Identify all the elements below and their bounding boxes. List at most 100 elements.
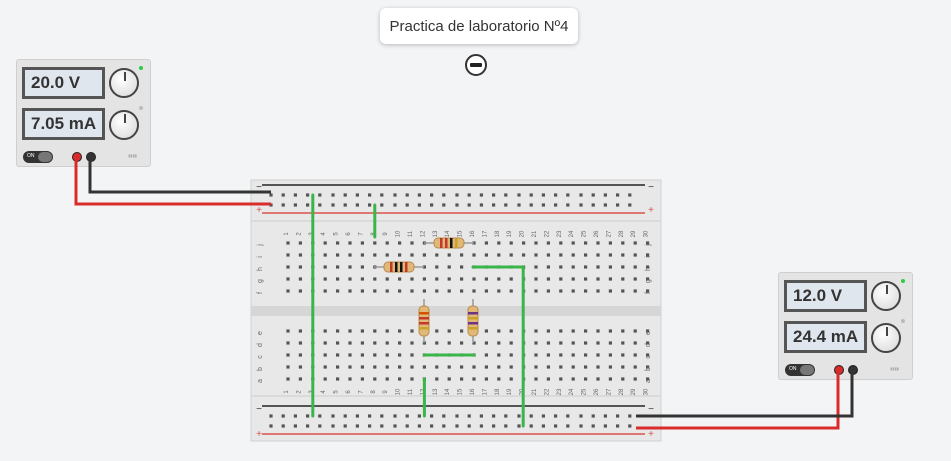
breadboard-hole[interactable] bbox=[621, 329, 625, 333]
breadboard-hole[interactable] bbox=[584, 241, 588, 245]
breadboard-hole[interactable] bbox=[596, 341, 600, 345]
breadboard-hole[interactable] bbox=[398, 289, 402, 293]
rail-hole[interactable] bbox=[281, 414, 285, 418]
breadboard-hole[interactable] bbox=[385, 329, 389, 333]
breadboard-hole[interactable] bbox=[584, 353, 588, 357]
breadboard-hole[interactable] bbox=[497, 253, 501, 257]
breadboard-hole[interactable] bbox=[398, 341, 402, 345]
breadboard-hole[interactable] bbox=[621, 253, 625, 257]
rail-hole[interactable] bbox=[541, 414, 545, 418]
breadboard-hole[interactable] bbox=[360, 329, 364, 333]
breadboard-hole[interactable] bbox=[484, 241, 488, 245]
breadboard-hole[interactable] bbox=[435, 341, 439, 345]
breadboard-hole[interactable] bbox=[608, 329, 612, 333]
rail-hole[interactable] bbox=[442, 193, 446, 197]
rail-hole[interactable] bbox=[591, 424, 595, 428]
rail-hole[interactable] bbox=[554, 203, 558, 207]
breadboard-hole[interactable] bbox=[497, 241, 501, 245]
rail-hole[interactable] bbox=[554, 414, 558, 418]
breadboard-hole[interactable] bbox=[509, 329, 513, 333]
rail-hole[interactable] bbox=[318, 414, 322, 418]
breadboard-hole[interactable] bbox=[360, 377, 364, 381]
breadboard-hole[interactable] bbox=[410, 253, 414, 257]
breadboard-hole[interactable] bbox=[522, 241, 526, 245]
breadboard-hole[interactable] bbox=[435, 289, 439, 293]
breadboard-hole[interactable] bbox=[534, 341, 538, 345]
rail-hole[interactable] bbox=[603, 424, 607, 428]
resistor[interactable] bbox=[383, 261, 415, 273]
breadboard-hole[interactable] bbox=[546, 289, 550, 293]
rail-hole[interactable] bbox=[504, 414, 508, 418]
rail-hole[interactable] bbox=[417, 203, 421, 207]
breadboard-hole[interactable] bbox=[447, 365, 451, 369]
breadboard-hole[interactable] bbox=[447, 329, 451, 333]
breadboard-hole[interactable] bbox=[546, 341, 550, 345]
breadboard-hole[interactable] bbox=[546, 241, 550, 245]
breadboard-hole[interactable] bbox=[447, 253, 451, 257]
breadboard-hole[interactable] bbox=[373, 277, 377, 281]
breadboard-hole[interactable] bbox=[646, 253, 650, 257]
rail-hole[interactable] bbox=[455, 203, 459, 207]
breadboard-hole[interactable] bbox=[497, 329, 501, 333]
rail-hole[interactable] bbox=[281, 424, 285, 428]
rail-hole[interactable] bbox=[281, 203, 285, 207]
rail-hole[interactable] bbox=[393, 424, 397, 428]
breadboard-hole[interactable] bbox=[621, 365, 625, 369]
rail-hole[interactable] bbox=[442, 424, 446, 428]
breadboard-hole[interactable] bbox=[385, 241, 389, 245]
breadboard-hole[interactable] bbox=[286, 377, 290, 381]
breadboard-hole[interactable] bbox=[336, 277, 340, 281]
breadboard-hole[interactable] bbox=[584, 341, 588, 345]
rail-hole[interactable] bbox=[331, 414, 335, 418]
rail-hole[interactable] bbox=[517, 414, 521, 418]
rail-hole[interactable] bbox=[616, 203, 620, 207]
breadboard-hole[interactable] bbox=[447, 341, 451, 345]
breadboard-hole[interactable] bbox=[509, 253, 513, 257]
rail-hole[interactable] bbox=[318, 193, 322, 197]
rail-hole[interactable] bbox=[343, 203, 347, 207]
breadboard-hole[interactable] bbox=[298, 365, 302, 369]
breadboard-hole[interactable] bbox=[398, 377, 402, 381]
breadboard-hole[interactable] bbox=[646, 241, 650, 245]
breadboard-hole[interactable] bbox=[621, 241, 625, 245]
rail-hole[interactable] bbox=[541, 193, 545, 197]
rail-hole[interactable] bbox=[603, 414, 607, 418]
breadboard-hole[interactable] bbox=[286, 329, 290, 333]
rail-hole[interactable] bbox=[293, 193, 297, 197]
breadboard-hole[interactable] bbox=[596, 253, 600, 257]
breadboard-hole[interactable] bbox=[621, 377, 625, 381]
breadboard-hole[interactable] bbox=[633, 353, 637, 357]
breadboard-hole[interactable] bbox=[472, 253, 476, 257]
breadboard[interactable]: −+−+−+−+11223344556677889910101111121213… bbox=[0, 0, 951, 461]
breadboard-hole[interactable] bbox=[298, 289, 302, 293]
rail-hole[interactable] bbox=[603, 193, 607, 197]
rail-hole[interactable] bbox=[417, 193, 421, 197]
rail-hole[interactable] bbox=[628, 193, 632, 197]
breadboard-hole[interactable] bbox=[596, 265, 600, 269]
rail-hole[interactable] bbox=[628, 203, 632, 207]
breadboard-hole[interactable] bbox=[410, 365, 414, 369]
rail-hole[interactable] bbox=[529, 193, 533, 197]
breadboard-hole[interactable] bbox=[422, 289, 426, 293]
rail-hole[interactable] bbox=[616, 193, 620, 197]
breadboard-hole[interactable] bbox=[621, 289, 625, 293]
breadboard-hole[interactable] bbox=[571, 329, 575, 333]
breadboard-hole[interactable] bbox=[323, 289, 327, 293]
rail-hole[interactable] bbox=[368, 414, 372, 418]
breadboard-hole[interactable] bbox=[336, 329, 340, 333]
breadboard-hole[interactable] bbox=[559, 341, 563, 345]
resistor[interactable] bbox=[467, 305, 479, 337]
breadboard-hole[interactable] bbox=[410, 329, 414, 333]
rail-hole[interactable] bbox=[541, 424, 545, 428]
breadboard-hole[interactable] bbox=[410, 289, 414, 293]
breadboard-hole[interactable] bbox=[373, 253, 377, 257]
rail-hole[interactable] bbox=[306, 424, 310, 428]
breadboard-hole[interactable] bbox=[323, 341, 327, 345]
breadboard-hole[interactable] bbox=[472, 365, 476, 369]
breadboard-hole[interactable] bbox=[348, 253, 352, 257]
breadboard-hole[interactable] bbox=[509, 377, 513, 381]
breadboard-hole[interactable] bbox=[410, 377, 414, 381]
rail-hole[interactable] bbox=[430, 203, 434, 207]
breadboard-hole[interactable] bbox=[608, 277, 612, 281]
breadboard-hole[interactable] bbox=[323, 365, 327, 369]
